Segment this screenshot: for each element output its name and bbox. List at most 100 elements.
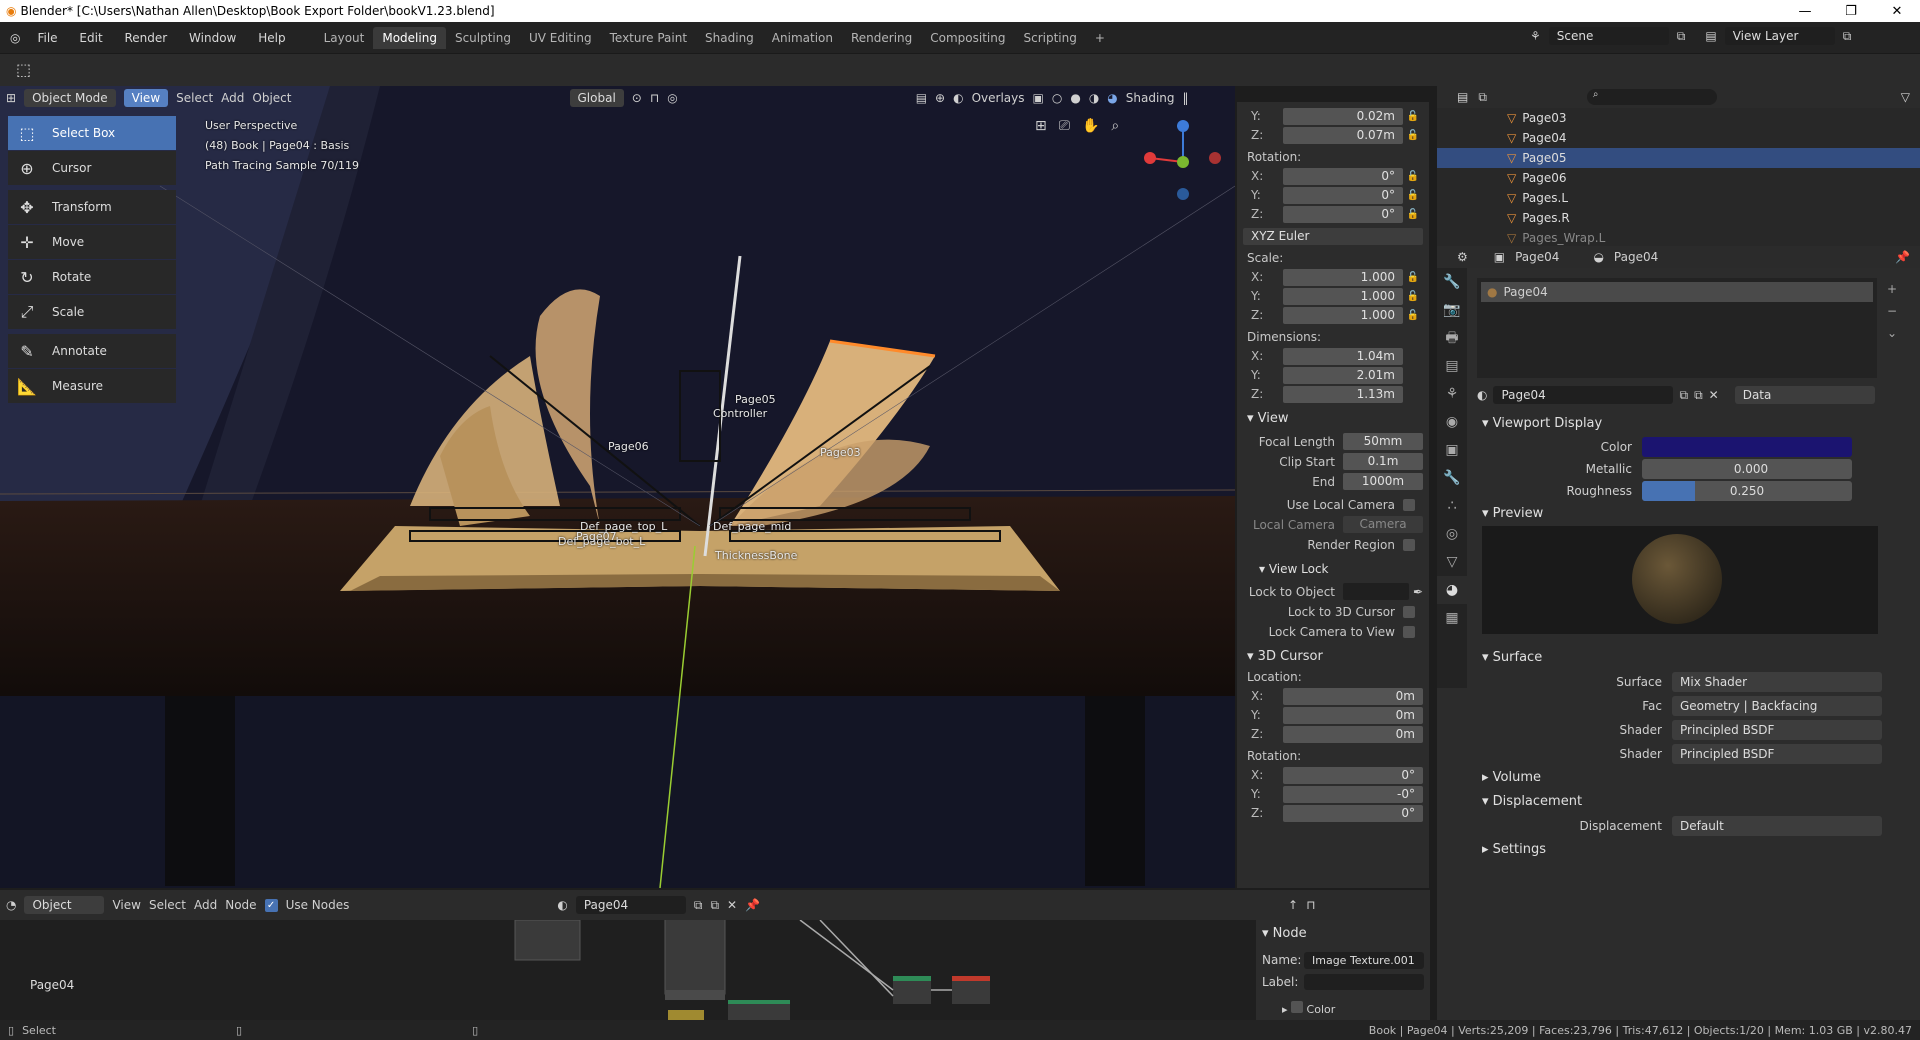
node-menu-node[interactable]: Node xyxy=(225,898,256,912)
surface-shader-field[interactable]: Mix Shader xyxy=(1672,672,1882,692)
outliner-row[interactable]: ▽ Page03 xyxy=(1437,108,1920,128)
outliner-row[interactable]: ▽ Pages.R xyxy=(1437,208,1920,228)
node-name-field[interactable]: Image Texture.001 xyxy=(1304,951,1424,969)
preview-header[interactable]: ▾ Preview xyxy=(1472,502,1920,526)
node-menu-view[interactable]: View xyxy=(112,898,140,912)
dim-z-field[interactable]: 1.13m xyxy=(1283,385,1403,403)
outliner-row[interactable]: ▽ Page04 xyxy=(1437,128,1920,148)
node-color-row[interactable]: ▸ Color xyxy=(1262,1001,1424,1016)
object-tab-icon[interactable]: ▣ xyxy=(1437,436,1467,464)
node-snap-icon[interactable]: ⊓ xyxy=(1306,898,1315,912)
surface-header[interactable]: ▾ Surface xyxy=(1472,646,1920,670)
shading-material-icon[interactable]: ◑ xyxy=(1089,91,1099,105)
lock-icon[interactable]: 🔓 xyxy=(1403,190,1423,201)
material-slot[interactable]: ● Page04 xyxy=(1481,282,1873,302)
scale-x-field[interactable]: 1.000 xyxy=(1283,268,1403,286)
lock-to-object-field[interactable] xyxy=(1343,583,1409,600)
node-panel-header[interactable]: ▾ Node xyxy=(1262,926,1424,941)
properties-editor-icon[interactable]: ⚙ xyxy=(1457,250,1468,264)
cursor-x-field[interactable]: 0m xyxy=(1283,687,1423,705)
new-material-icon[interactable]: ⧉ xyxy=(1694,388,1703,403)
clip-start-field[interactable]: 0.1m xyxy=(1343,453,1423,470)
view-lock-header[interactable]: ▾ View Lock xyxy=(1259,562,1423,576)
new-scene-icon[interactable]: ⧉ xyxy=(1677,29,1686,44)
node-label-field[interactable] xyxy=(1304,974,1424,990)
zoom-icon[interactable]: ⌕ xyxy=(1111,118,1119,134)
viewport-menu-object[interactable]: Object xyxy=(252,91,291,105)
loc-y-field[interactable]: 0.02m xyxy=(1283,107,1403,125)
outliner-editor-icon[interactable]: ▤ xyxy=(1457,90,1468,104)
3d-cursor-panel-header[interactable]: ▾ 3D Cursor xyxy=(1247,649,1423,664)
roughness-slider[interactable]: 0.250 xyxy=(1642,481,1852,501)
grid-view-icon[interactable]: ⊞ xyxy=(1035,118,1047,134)
shading-wireframe-icon[interactable]: ○ xyxy=(1052,91,1062,105)
shading-rendered-icon[interactable]: ◕ xyxy=(1107,91,1117,105)
scene-tab-icon[interactable]: ⚘ xyxy=(1437,380,1467,408)
tab-modeling[interactable]: Modeling xyxy=(373,26,446,49)
pin-icon[interactable]: 📌 xyxy=(1895,250,1910,264)
material-tab-icon[interactable]: ◕ xyxy=(1437,576,1467,604)
viewport-color-swatch[interactable] xyxy=(1642,437,1852,457)
dim-y-field[interactable]: 2.01m xyxy=(1283,366,1403,384)
lock-icon[interactable]: 🔓 xyxy=(1403,310,1423,321)
lock-icon[interactable]: 🔓 xyxy=(1403,111,1423,122)
visibility-icon[interactable]: ▤ xyxy=(916,91,927,105)
tab-scripting[interactable]: Scripting xyxy=(1014,27,1085,49)
node-material-browse-icon[interactable]: ◐ xyxy=(557,898,567,912)
remove-slot-icon[interactable]: − xyxy=(1887,304,1897,318)
shader1-field[interactable]: Principled BSDF xyxy=(1672,720,1882,740)
cursor-z-field[interactable]: 0m xyxy=(1283,725,1423,743)
proportional-edit-icon[interactable]: ◎ xyxy=(667,91,677,105)
lock-icon[interactable]: 🔓 xyxy=(1403,291,1423,302)
outliner-search-input[interactable]: ⌕ xyxy=(1586,89,1717,105)
output-tab-icon[interactable]: 🖶 xyxy=(1437,324,1467,352)
outliner-row[interactable]: ▽ Pages.L xyxy=(1437,188,1920,208)
lock-icon[interactable]: 🔓 xyxy=(1403,130,1423,141)
scale-y-field[interactable]: 1.000 xyxy=(1283,287,1403,305)
rot-x-field[interactable]: 0° xyxy=(1283,167,1403,185)
minimize-button[interactable]: — xyxy=(1782,4,1828,19)
outliner-row[interactable]: ▽ Page05 xyxy=(1437,148,1920,168)
node-menu-select[interactable]: Select xyxy=(149,898,186,912)
modifier-tab-icon[interactable]: 🔧 xyxy=(1437,464,1467,492)
metallic-field[interactable]: 0.000 xyxy=(1642,459,1852,479)
xray-icon[interactable]: ▣ xyxy=(1033,91,1044,105)
tool-measure[interactable]: 📐 Measure xyxy=(8,369,176,403)
menu-file[interactable]: File xyxy=(28,31,66,45)
editor-type-icon[interactable]: ⊞ xyxy=(6,91,16,105)
overlays-dropdown[interactable]: Overlays xyxy=(972,91,1025,105)
lock-icon[interactable]: 🔓 xyxy=(1403,209,1423,220)
tab-uv-editing[interactable]: UV Editing xyxy=(520,27,601,49)
display-mode-icon[interactable]: ⧉ xyxy=(1478,90,1487,105)
menu-window[interactable]: Window xyxy=(180,31,245,45)
physics-tab-icon[interactable]: ◎ xyxy=(1437,520,1467,548)
tab-animation[interactable]: Animation xyxy=(763,27,842,49)
fac-field[interactable]: Geometry | Backfacing xyxy=(1672,696,1882,716)
settings-header[interactable]: ▸ Settings xyxy=(1472,838,1920,862)
clip-end-field[interactable]: 1000m xyxy=(1343,473,1423,490)
volume-header[interactable]: ▸ Volume xyxy=(1472,766,1920,790)
particles-tab-icon[interactable]: ∴ xyxy=(1437,492,1467,520)
material-browse-icon[interactable]: ◐ xyxy=(1477,388,1487,402)
render-region-checkbox[interactable] xyxy=(1403,538,1415,551)
node-material-field[interactable]: Page04 xyxy=(575,896,686,914)
mode-dropdown[interactable]: Object Mode xyxy=(24,89,116,107)
view-layer-field[interactable]: View Layer xyxy=(1724,27,1835,45)
select-box-tool-icon[interactable]: ⬚ xyxy=(16,60,31,79)
lock-3d-cursor-checkbox[interactable] xyxy=(1403,605,1415,618)
lock-camera-checkbox[interactable] xyxy=(1403,625,1415,638)
maximize-button[interactable]: ❐ xyxy=(1828,4,1874,19)
scene-field[interactable]: Scene xyxy=(1548,27,1669,45)
outliner-row[interactable]: ▽ Pages_Wrap.L xyxy=(1437,228,1920,248)
camera-view-icon[interactable]: ⎚ xyxy=(1059,118,1070,134)
cursor-rot-z-field[interactable]: 0° xyxy=(1283,804,1423,822)
snap-icon[interactable]: ⊓ xyxy=(650,91,659,105)
viewport-menu-select[interactable]: Select xyxy=(176,91,213,105)
filter-icon[interactable]: ▽ xyxy=(1901,90,1910,104)
render-tab-icon[interactable]: 📷 xyxy=(1437,296,1467,324)
tab-rendering[interactable]: Rendering xyxy=(842,27,921,49)
menu-edit[interactable]: Edit xyxy=(70,31,111,45)
tab-sculpting[interactable]: Sculpting xyxy=(446,27,520,49)
menu-help[interactable]: Help xyxy=(249,31,294,45)
rot-y-field[interactable]: 0° xyxy=(1283,186,1403,204)
